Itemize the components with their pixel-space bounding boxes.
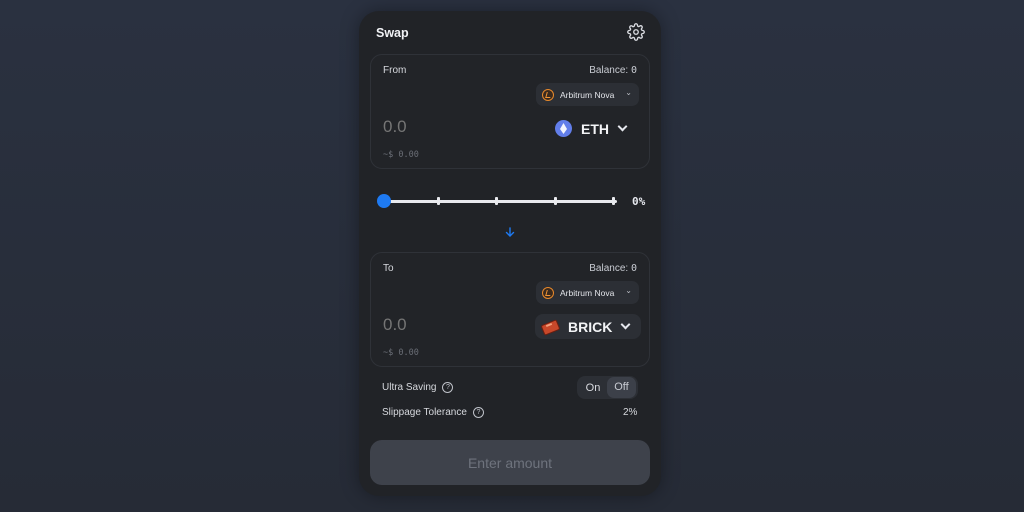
- to-label: To: [383, 263, 394, 274]
- enter-amount-button[interactable]: Enter amount: [370, 440, 650, 485]
- help-icon[interactable]: ?: [472, 407, 484, 418]
- ultra-saving-label: Ultra Saving: [382, 382, 437, 393]
- slippage-label: Slippage Tolerance: [382, 407, 467, 418]
- toggle-off-option[interactable]: Off: [607, 377, 636, 398]
- swap-card: Swap From Balance: 0 Arbitrum Nova ⌄ ~$ …: [359, 11, 661, 496]
- brick-icon: [541, 320, 559, 334]
- slippage-row: Slippage Tolerance ?: [382, 407, 484, 418]
- to-balance-value: 0: [630, 263, 637, 274]
- chevron-down-icon: ⌄: [625, 286, 632, 295]
- chevron-down-icon: ⌄: [625, 88, 632, 97]
- from-label: From: [383, 65, 407, 76]
- help-icon[interactable]: ?: [442, 382, 454, 393]
- from-usd-value: ~$ 0.00: [383, 150, 419, 160]
- to-panel: To Balance: 0 Arbitrum Nova ⌄ ~$ 0.00 BR…: [370, 252, 650, 367]
- chevron-down-icon: [617, 121, 628, 132]
- to-token-symbol: BRICK: [568, 318, 613, 335]
- amount-slider[interactable]: [377, 194, 617, 208]
- from-panel: From Balance: 0 Arbitrum Nova ⌄ ~$ 0.00 …: [370, 54, 650, 169]
- from-balance-value: 0: [630, 65, 637, 76]
- slider-mark[interactable]: [554, 197, 557, 205]
- from-amount-input[interactable]: [383, 117, 503, 137]
- to-balance-label: Balance:: [589, 263, 629, 274]
- eth-icon: [555, 120, 572, 137]
- from-token-symbol: ETH: [581, 120, 609, 137]
- from-chain-selector[interactable]: Arbitrum Nova ⌄: [536, 83, 639, 106]
- to-amount-input[interactable]: [383, 315, 503, 335]
- from-balance: Balance: 0: [589, 65, 637, 76]
- toggle-on-option[interactable]: On: [577, 382, 607, 394]
- slider-mark[interactable]: [495, 197, 498, 205]
- slider-percent: 0%: [632, 195, 646, 208]
- slider-mark[interactable]: [437, 197, 440, 205]
- from-token-selector[interactable]: ETH: [549, 116, 639, 141]
- ultra-saving-toggle[interactable]: On Off: [577, 376, 638, 399]
- arrow-down-icon[interactable]: [504, 225, 516, 239]
- ultra-saving-row: Ultra Saving ?: [382, 382, 454, 393]
- to-balance: Balance: 0: [589, 263, 637, 274]
- from-chain-name: Arbitrum Nova: [560, 89, 615, 100]
- slider-handle[interactable]: [377, 194, 391, 208]
- page-title: Swap: [376, 26, 409, 40]
- slider-track: [383, 200, 617, 203]
- to-token-selector[interactable]: BRICK: [535, 314, 641, 339]
- to-usd-value: ~$ 0.00: [383, 348, 419, 358]
- slippage-value[interactable]: 2%: [623, 407, 637, 418]
- arbitrum-nova-icon: [542, 88, 554, 101]
- from-balance-label: Balance:: [589, 65, 629, 76]
- chevron-down-icon: [620, 319, 631, 330]
- to-chain-name: Arbitrum Nova: [560, 287, 615, 298]
- gear-icon[interactable]: [627, 23, 645, 41]
- to-chain-selector[interactable]: Arbitrum Nova ⌄: [536, 281, 639, 304]
- slider-mark[interactable]: [612, 197, 615, 205]
- arbitrum-nova-icon: [542, 286, 554, 299]
